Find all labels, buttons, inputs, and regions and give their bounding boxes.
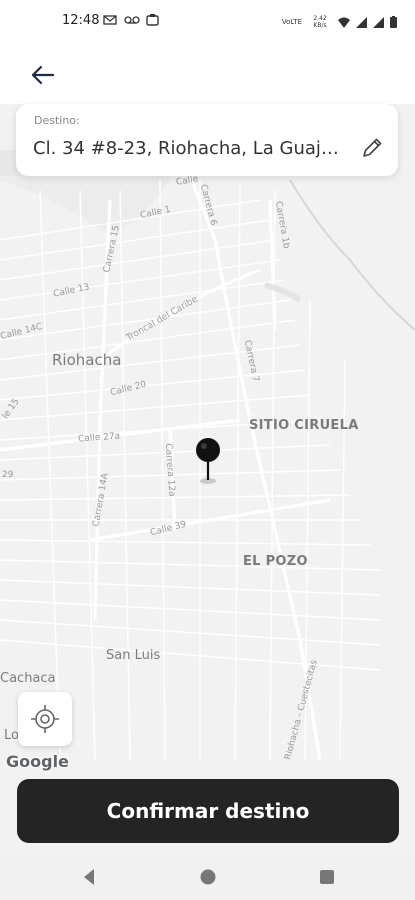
neighborhood-label: EL POZO bbox=[243, 554, 308, 569]
status-icons: VoLTE 2.42 KB/s bbox=[282, 15, 397, 29]
signal-icon bbox=[373, 16, 384, 28]
status-bar: 12:48 VoLTE 2.42 KB/s bbox=[0, 0, 415, 44]
destination-label: Destino: bbox=[34, 114, 80, 127]
destination-card[interactable]: Destino: Cl. 34 #8-23, Riohacha, La Guaj… bbox=[16, 104, 398, 176]
edit-destination-button[interactable] bbox=[358, 134, 386, 162]
street-label: 29 bbox=[2, 470, 14, 480]
my-location-button[interactable] bbox=[18, 692, 72, 746]
nav-recents-icon[interactable] bbox=[318, 867, 336, 887]
status-time: 12:48 bbox=[62, 13, 100, 28]
location-pin-icon bbox=[196, 438, 220, 484]
nav-back-icon[interactable] bbox=[80, 867, 98, 887]
wifi-icon bbox=[338, 17, 350, 28]
neighborhood-label: San Luis bbox=[106, 648, 161, 663]
arrow-left-icon bbox=[31, 65, 55, 85]
network-text: VoLTE bbox=[281, 17, 302, 26]
confirm-destination-button[interactable]: Confirmar destino bbox=[17, 779, 399, 843]
back-button[interactable] bbox=[26, 58, 60, 92]
signal-icon bbox=[356, 16, 367, 28]
speed-text: 2.42 KB/s bbox=[313, 15, 327, 29]
city-label: Riohacha bbox=[52, 351, 122, 369]
destination-field[interactable]: Cl. 34 #8-23, Riohacha, La Guajira bbox=[33, 138, 343, 159]
cast-icon bbox=[124, 16, 140, 24]
google-logo[interactable]: Google bbox=[6, 752, 69, 771]
neighborhood-label: Cachaca bbox=[0, 671, 56, 686]
neighborhood-label: SITIO CIRUELA bbox=[249, 418, 359, 433]
battery-icon bbox=[390, 16, 397, 28]
navigation-bar bbox=[0, 855, 415, 900]
header bbox=[0, 44, 415, 104]
screenshot-icon bbox=[146, 14, 159, 26]
nav-home-icon[interactable] bbox=[199, 867, 217, 887]
pencil-icon bbox=[363, 138, 382, 157]
voicemail-icon bbox=[103, 15, 117, 25]
my-location-icon bbox=[31, 705, 59, 733]
